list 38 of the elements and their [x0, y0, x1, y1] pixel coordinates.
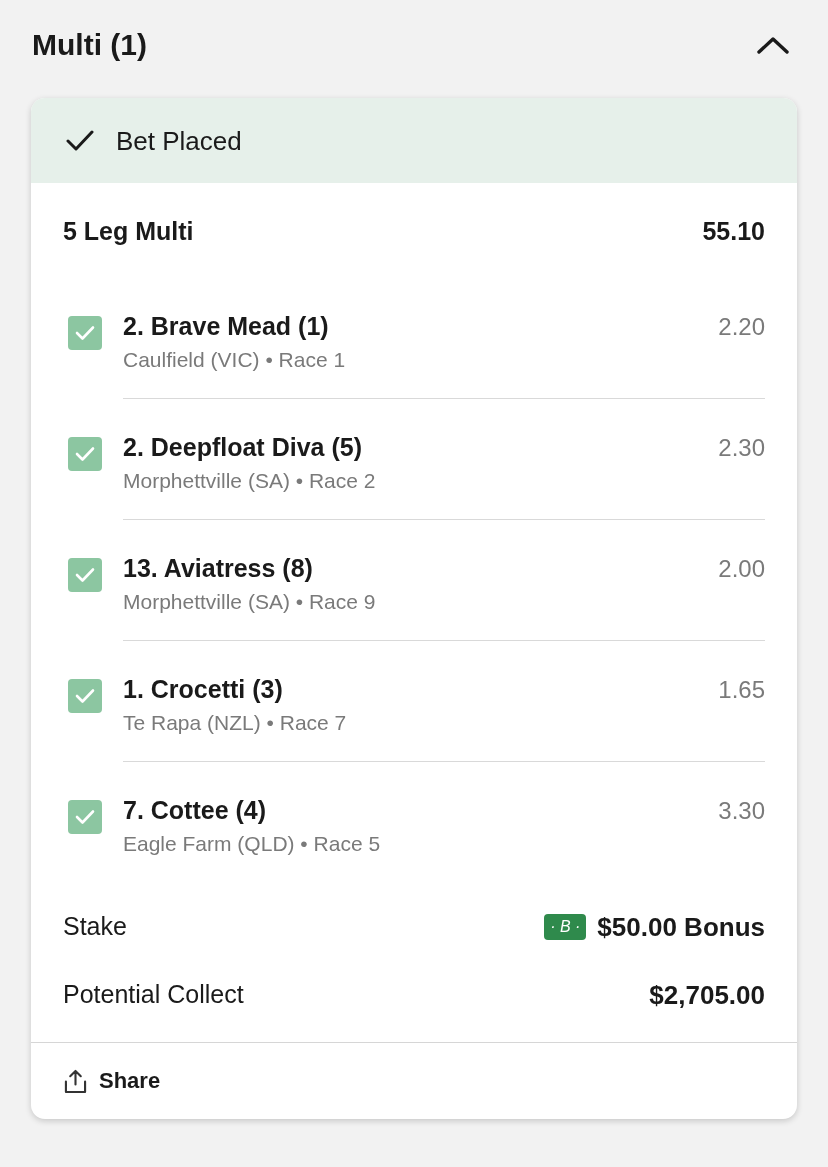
leg-odds: 1.65	[718, 675, 765, 705]
stake-label: Stake	[63, 911, 127, 943]
leg-odds: 3.30	[718, 796, 765, 826]
race-info: Morphettville (SA) • Race 9	[123, 589, 376, 615]
share-button[interactable]: Share	[64, 1066, 161, 1096]
leg-odds: 2.20	[718, 312, 765, 342]
selection-name: 13. Aviatress (8)	[123, 553, 313, 585]
checkmark-icon	[75, 325, 95, 341]
leg-odds: 2.00	[718, 554, 765, 584]
checkbox[interactable]	[68, 558, 102, 592]
total-odds: 55.10	[702, 216, 765, 248]
share-icon	[64, 1068, 87, 1094]
checkmark-icon	[75, 809, 95, 825]
checkmark-icon	[66, 130, 94, 151]
stake-amount: $50.00 Bonus	[597, 910, 765, 944]
potential-collect-amount: $2,705.00	[649, 978, 765, 1012]
selection-name: 2. Brave Mead (1)	[123, 311, 329, 343]
checkmark-icon	[75, 446, 95, 462]
potential-collect-label: Potential Collect	[63, 979, 244, 1011]
chevron-up-icon[interactable]	[756, 35, 790, 55]
checkbox[interactable]	[68, 437, 102, 471]
bonus-badge: · B ·	[544, 914, 587, 940]
checkbox[interactable]	[68, 800, 102, 834]
selection-name: 1. Crocetti (3)	[123, 674, 283, 706]
race-info: Caulfield (VIC) • Race 1	[123, 347, 346, 373]
bet-type: 5 Leg Multi	[63, 216, 194, 248]
checkbox[interactable]	[68, 679, 102, 713]
section-title: Multi (1)	[32, 27, 147, 63]
selection-name: 7. Cottee (4)	[123, 795, 267, 827]
checkmark-icon	[75, 567, 95, 583]
race-info: Eagle Farm (QLD) • Race 5	[123, 831, 381, 857]
leg-odds: 2.30	[718, 433, 765, 463]
bet-status: Bet Placed	[116, 124, 242, 158]
checkbox[interactable]	[68, 316, 102, 350]
race-info: Morphettville (SA) • Race 2	[123, 468, 376, 494]
checkmark-icon	[75, 688, 95, 704]
race-info: Te Rapa (NZL) • Race 7	[123, 710, 347, 736]
selection-name: 2. Deepfloat Diva (5)	[123, 432, 362, 464]
